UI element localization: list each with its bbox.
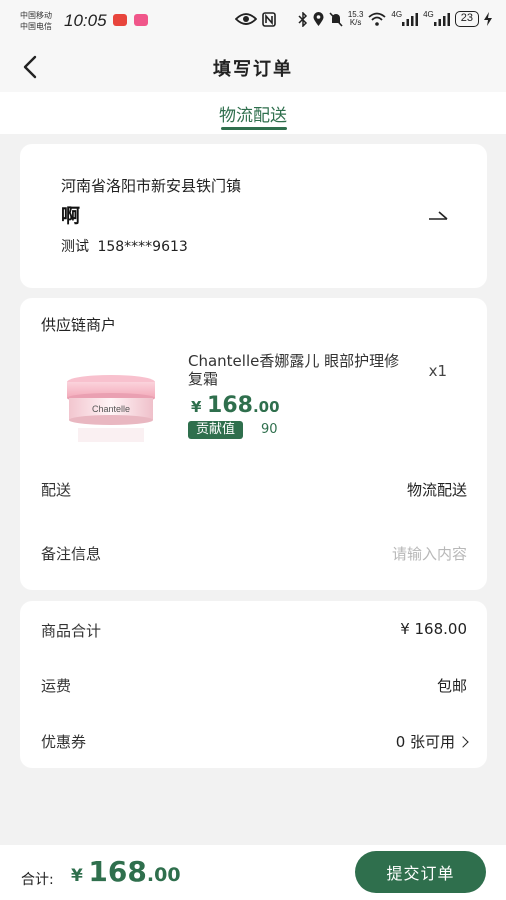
tab-logistics[interactable]: 物流配送 [0, 101, 506, 126]
contact-name: 测试 [61, 239, 89, 255]
address-card[interactable]: 河南省洛阳市新安县铁门镇 啊 测试 158****9613 [20, 144, 487, 288]
tab-indicator [221, 127, 287, 130]
submit-order-button[interactable]: 提交订单 [355, 851, 486, 893]
page-title: 填写订单 [213, 59, 293, 80]
mute-icon [329, 11, 343, 27]
product-image-brand: Chantelle [92, 404, 130, 414]
merchant-name: 供应链商户 [41, 316, 117, 334]
coupon-value: 0 张可用 [395, 733, 455, 751]
signal-type-1: 4G [391, 9, 403, 19]
address-detail: 啊 [61, 205, 81, 227]
goods-total-value: ¥ 168.00 [400, 620, 467, 638]
nfc-icon [262, 11, 276, 27]
contribution-badge: 贡献值 [188, 421, 244, 439]
delivery-value[interactable]: 物流配送 [407, 479, 467, 500]
delivery-tab-bar: 物流配送 [0, 92, 506, 134]
product-price: ¥ 168.00 [191, 393, 280, 418]
order-items-card: 供应链商户 Chantelle Chantelle香娜露儿 眼部护理修复霜 x1… [20, 298, 487, 590]
contact-phone: 158****9613 [97, 239, 188, 255]
app-notification-icon [134, 14, 148, 26]
status-time: 10:05 [64, 11, 107, 30]
eye-icon [234, 13, 257, 25]
status-bar: 中国移动 中国电信 10:05 15.3 K/s 4G 4G 23 [0, 0, 506, 42]
carrier-info: 中国移动 中国电信 [20, 10, 52, 32]
status-icons: 15.3 K/s 4G 4G 23 [234, 9, 492, 27]
remark-label: 备注信息 [41, 545, 102, 563]
shipping-label: 运费 [41, 677, 72, 695]
contribution-value: 90 [261, 422, 278, 437]
total-label: 合计: [21, 872, 54, 888]
charging-icon [484, 12, 492, 26]
product-image[interactable]: Chantelle [62, 360, 160, 452]
carrier-1: 中国移动 [20, 11, 52, 20]
delivery-label: 配送 [41, 481, 72, 499]
checkout-bar: 合计: ¥ 168.00 提交订单 [0, 845, 506, 900]
remark-input[interactable]: 请输入内容 [392, 543, 467, 564]
signal-icon [402, 12, 419, 26]
coupon-label: 优惠券 [41, 733, 87, 751]
coupon-selector[interactable]: 0 张可用 [395, 731, 469, 752]
chevron-right-icon [457, 736, 469, 748]
app-notification-icon [113, 14, 127, 26]
arrow-right-icon[interactable] [427, 208, 449, 224]
signal-icon [433, 12, 450, 26]
page-header: 填写订单 [0, 42, 506, 92]
shipping-value: 包邮 [436, 677, 467, 695]
address-contact: 测试 158****9613 [61, 236, 188, 256]
address-region: 河南省洛阳市新安县铁门镇 [61, 177, 242, 195]
total-amount: ¥ 168.00 [71, 855, 181, 888]
summary-card: 商品合计 ¥ 168.00 运费 包邮 优惠券 0 张可用 [20, 601, 487, 768]
location-icon [313, 11, 324, 26]
goods-total-label: 商品合计 [41, 622, 102, 640]
net-speed: 15.3 K/s [347, 10, 364, 27]
product-name: Chantelle香娜露儿 眼部护理修复霜 [188, 352, 400, 388]
signal-type-2: 4G [423, 9, 434, 19]
product-quantity: x1 [428, 362, 447, 380]
wifi-icon [368, 12, 386, 26]
bluetooth-icon [298, 11, 307, 27]
carrier-2: 中国电信 [20, 22, 52, 31]
battery-icon: 23 [454, 11, 479, 27]
